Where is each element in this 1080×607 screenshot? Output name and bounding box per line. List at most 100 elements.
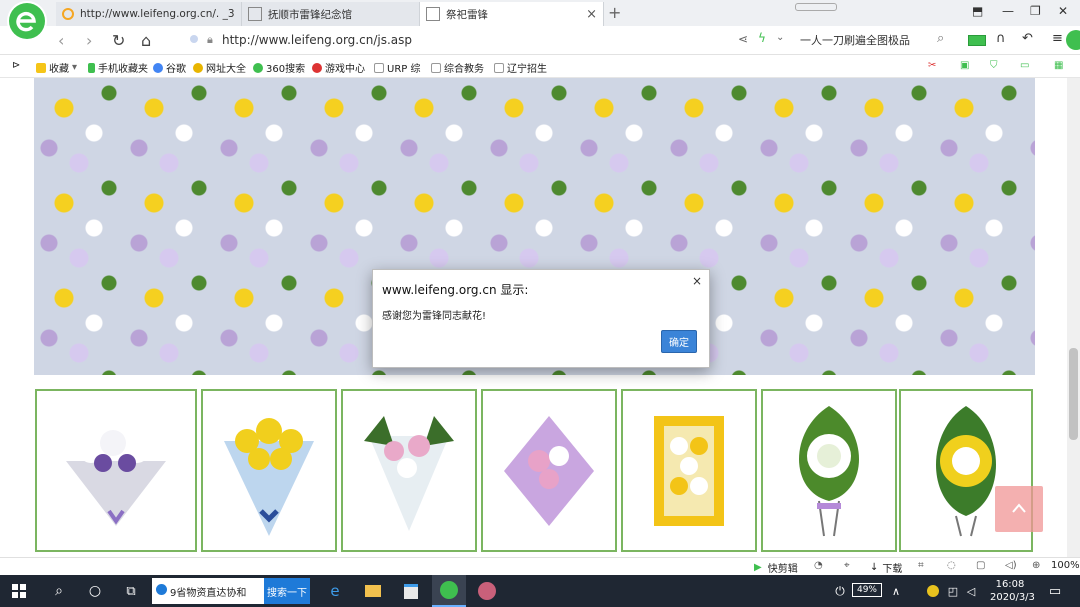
download-button[interactable]: ↓ 下载 [870,560,902,575]
taskbar-search-button[interactable]: 搜索一下 [264,578,310,604]
flower-option-0[interactable] [35,389,197,552]
back-to-top-button[interactable] [995,486,1043,532]
clock-date: 2020/3/3 [990,592,1035,603]
tray-app-icon[interactable] [924,575,942,607]
360-icon [253,62,263,73]
flower-option-2[interactable] [341,389,477,552]
minimize-icon[interactable]: — [1002,4,1014,18]
tab-label: 祭祀雷锋 [446,8,488,21]
chevron-up-icon[interactable]: ∧ [888,575,904,607]
url-field[interactable]: http://www.leifeng.org.cn/js.asp [222,33,412,47]
translate-icon[interactable]: ▣ [960,60,969,71]
close-icon[interactable]: × [692,274,702,288]
refresh-icon[interactable]: ↻ [112,31,125,50]
undo-icon[interactable]: ↶ [1022,31,1033,46]
bookmark-games[interactable]: 游戏中心 [312,60,365,75]
new-tab-icon[interactable]: + [608,3,621,22]
shield-icon[interactable]: ⛉ [990,60,998,71]
apps-icon[interactable]: ▦ [1054,60,1063,71]
flower-option-4[interactable] [621,389,757,552]
bookmark-favorites[interactable]: 收藏 ▾ [36,60,77,75]
notification-icon[interactable]: ▭ [1042,575,1068,607]
tab-label: 抚顺市雷锋纪念馆 [268,8,352,21]
power-icon[interactable]: ⏻ [832,575,848,607]
scrollbar-thumb[interactable] [1069,348,1078,440]
cortana-icon[interactable]: ○ [80,575,110,607]
flower-option-5[interactable] [761,389,897,552]
hao-icon [193,62,203,73]
bookmark-mobile[interactable]: 手机收藏夹 [88,60,148,75]
globe-icon[interactable]: ◌ [947,560,956,571]
page-favicon-icon [426,7,440,21]
taskview-icon[interactable]: ⧉ [116,575,146,607]
windows-icon[interactable] [4,575,34,607]
flower-option-3[interactable] [481,389,617,552]
app-taskbar-icon[interactable] [472,575,502,607]
sidebar-toggle-icon[interactable]: ⊳ [12,60,20,71]
bookmark-hao[interactable]: 网址大全 [193,60,246,75]
tab-0[interactable]: http://www.leifeng.org.cn/. _3 [56,2,242,26]
quick-clip-button[interactable]: ▶ 快剪辑 [754,560,798,575]
tools-icon[interactable]: ✂ [928,60,936,71]
forward-icon[interactable]: › [86,31,92,50]
browser-taskbar-icon[interactable] [432,575,466,607]
phone-icon [88,62,95,73]
network-icon[interactable]: ◰ [944,575,962,607]
page-icon [374,62,384,73]
bookmark-google[interactable]: 谷歌 [153,60,186,75]
battery-indicator[interactable]: 49% [852,583,882,597]
volume-icon[interactable]: ◁) [1005,560,1017,571]
gamepad-icon[interactable]: ▭ [1020,60,1029,71]
skin-icon[interactable]: ⬒ [972,4,983,18]
zoom-level[interactable]: 100% [1051,560,1080,571]
search-input[interactable]: 一人一刀刷遍全图极品 [800,32,950,48]
drag-handle[interactable] [795,3,837,11]
back-icon[interactable]: ‹ [58,31,64,50]
share-icon[interactable]: ⋖ [738,32,748,46]
pin-icon[interactable]: ⌖ [844,560,850,571]
scrollbar[interactable] [1067,78,1080,558]
volume-icon[interactable]: ◁ [962,575,980,607]
site-icon [190,35,198,43]
search-icon[interactable]: ⌕ [44,575,74,607]
store-icon[interactable] [396,575,426,607]
bookmark-jiaowu[interactable]: 综合教务 [431,60,484,75]
chevron-down-icon[interactable]: ⌄ [776,32,784,43]
yellow-blue-bouquet-icon [224,417,314,536]
home-icon[interactable]: ⌂ [141,31,151,50]
user-avatar[interactable] [1066,30,1080,50]
crop-icon[interactable]: ⌗ [918,560,924,571]
menu-icon[interactable]: ≡ [1052,31,1063,46]
browser-small-icon [156,584,167,595]
lightning-icon[interactable]: ϟ [758,31,766,45]
tab-1[interactable]: 抚顺市雷锋纪念馆 [242,2,420,26]
search-icon[interactable]: ⌕ [937,31,944,46]
battery-icon[interactable] [968,35,986,46]
tab-label: http://www.leifeng.org.cn/. _3 [80,8,235,20]
tab-2[interactable]: 祭祀雷锋 × [420,2,604,26]
restore-icon[interactable]: ❐ [1030,4,1041,18]
bookmark-360search[interactable]: 360搜索 [253,60,305,75]
taskbar-search-input[interactable]: 9省物资直达协和 [152,578,264,604]
play-icon: ▶ [754,562,762,573]
lily-purple-bouquet-icon [504,415,594,526]
window-icon[interactable]: ▢ [976,560,985,571]
speed-icon[interactable]: ◔ [814,560,823,571]
close-tab-icon[interactable]: × [586,7,597,22]
edge-icon[interactable]: e [320,575,350,607]
ok-button[interactable]: 确定 [661,330,697,353]
flower-option-1[interactable] [201,389,337,552]
clock-time: 16:08 [995,579,1025,590]
page-icon [431,62,441,73]
bookmark-urp[interactable]: URP 综 [374,60,420,75]
star-icon [36,62,46,73]
search-favicon-icon [62,8,74,20]
browser-logo-icon[interactable] [9,3,45,39]
game-icon [312,62,322,73]
bookmark-zhaosheng[interactable]: 辽宁招生 [494,60,547,75]
folder-icon[interactable] [358,575,388,607]
headphones-icon[interactable]: ∩ [996,31,1006,46]
zoom-icon[interactable]: ⊕ [1032,560,1040,571]
close-window-icon[interactable]: ✕ [1058,4,1068,18]
taskbar-clock[interactable]: 16:08 2020/3/3 [990,578,1035,604]
